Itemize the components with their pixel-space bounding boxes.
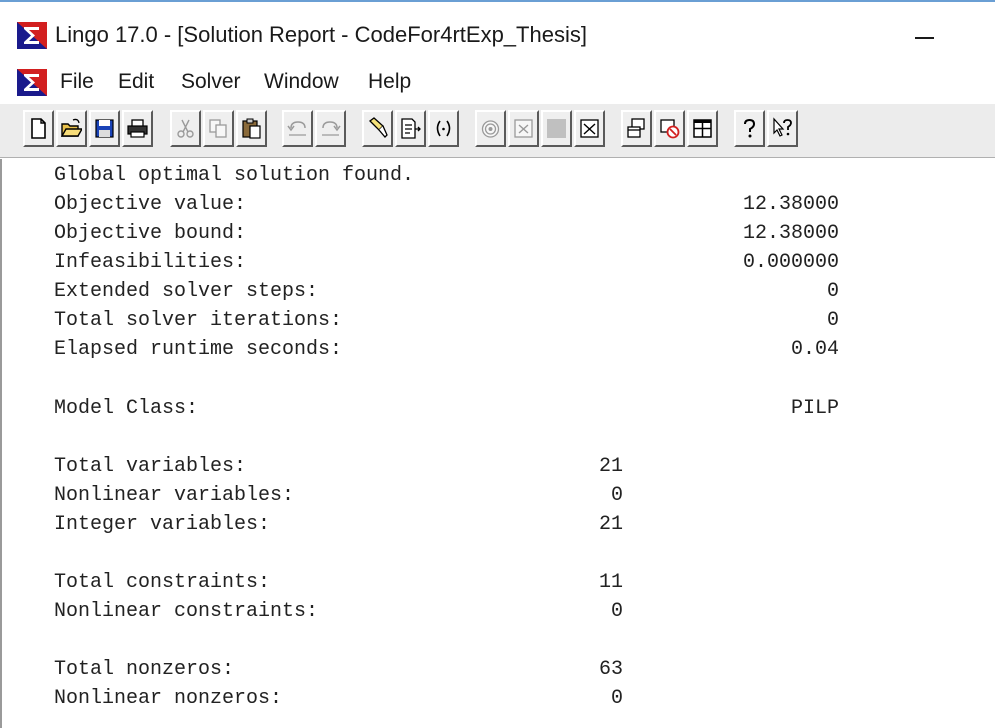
tile-windows-icon[interactable] bbox=[687, 110, 718, 147]
lingo-window: Lingo 17.0 - [Solution Report - CodeFor4… bbox=[0, 0, 995, 728]
title-bar[interactable]: Lingo 17.0 - [Solution Report - CodeFor4… bbox=[0, 2, 995, 58]
send-to-back-icon[interactable] bbox=[621, 110, 652, 147]
total-constraints: 11 bbox=[598, 571, 623, 594]
minimize-button[interactable] bbox=[900, 8, 950, 52]
redo-icon[interactable] bbox=[315, 110, 346, 147]
total-nonzeros-label: Total nonzeros: bbox=[54, 658, 235, 681]
objective-bound: 12.38000 bbox=[742, 222, 839, 245]
nonlinear-constraints-label: Nonlinear constraints: bbox=[54, 600, 319, 623]
nonlinear-variables: 0 bbox=[610, 484, 623, 507]
match-parenthesis-icon[interactable] bbox=[428, 110, 459, 147]
integer-variables-label: Integer variables: bbox=[54, 513, 271, 536]
close-window-icon[interactable] bbox=[508, 110, 539, 147]
window-title: Lingo 17.0 - [Solution Report - CodeFor4… bbox=[55, 22, 587, 47]
total-nonzeros: 63 bbox=[598, 658, 623, 681]
nonlinear-variables-label: Nonlinear variables: bbox=[54, 484, 295, 507]
cut-icon[interactable] bbox=[170, 110, 201, 147]
goto-line-icon[interactable] bbox=[395, 110, 426, 147]
solution-report[interactable]: Global optimal solution found. Objective… bbox=[0, 159, 995, 728]
elapsed-runtime-label: Elapsed runtime seconds: bbox=[54, 338, 343, 361]
nonlinear-nonzeros: 0 bbox=[610, 687, 623, 710]
menu-help[interactable]: Help bbox=[368, 70, 411, 94]
integer-variables: 21 bbox=[598, 513, 623, 536]
report-status: Global optimal solution found. bbox=[54, 164, 415, 187]
menu-bar: File Edit Solver Window Help bbox=[0, 60, 995, 104]
toolbar bbox=[0, 104, 995, 158]
total-solver-iterations-label: Total solver iterations: bbox=[54, 309, 343, 332]
menu-edit[interactable]: Edit bbox=[118, 70, 154, 94]
save-icon[interactable] bbox=[89, 110, 120, 147]
close-all-icon[interactable] bbox=[654, 110, 685, 147]
options-icon[interactable] bbox=[574, 110, 605, 147]
find-icon[interactable] bbox=[362, 110, 393, 147]
undo-icon[interactable] bbox=[282, 110, 313, 147]
lingo-app-icon bbox=[17, 22, 47, 49]
document-system-menu-icon[interactable] bbox=[17, 69, 47, 96]
menu-solver[interactable]: Solver bbox=[181, 70, 241, 94]
model-class: PILP bbox=[790, 397, 839, 420]
extended-solver-steps-label: Extended solver steps: bbox=[54, 280, 319, 303]
help-icon[interactable] bbox=[734, 110, 765, 147]
objective-value: 12.38000 bbox=[742, 193, 839, 216]
total-variables-label: Total variables: bbox=[54, 455, 247, 478]
print-icon[interactable] bbox=[122, 110, 153, 147]
objective-value-label: Objective value: bbox=[54, 193, 247, 216]
copy-icon[interactable] bbox=[203, 110, 234, 147]
model-class-label: Model Class: bbox=[54, 397, 199, 420]
new-document-icon[interactable] bbox=[23, 110, 54, 147]
solve-icon[interactable] bbox=[475, 110, 506, 147]
total-variables: 21 bbox=[598, 455, 623, 478]
open-folder-icon[interactable] bbox=[56, 110, 87, 147]
nonlinear-constraints: 0 bbox=[610, 600, 623, 623]
nonlinear-nonzeros-label: Nonlinear nonzeros: bbox=[54, 687, 283, 710]
stop-icon[interactable] bbox=[541, 110, 572, 147]
context-help-icon[interactable] bbox=[767, 110, 798, 147]
menu-window[interactable]: Window bbox=[264, 70, 339, 94]
total-solver-iterations: 0 bbox=[826, 309, 839, 332]
paste-icon[interactable] bbox=[236, 110, 267, 147]
infeasibilities-label: Infeasibilities: bbox=[54, 251, 247, 274]
extended-solver-steps: 0 bbox=[826, 280, 839, 303]
infeasibilities: 0.000000 bbox=[742, 251, 839, 274]
objective-bound-label: Objective bound: bbox=[54, 222, 247, 245]
total-constraints-label: Total constraints: bbox=[54, 571, 271, 594]
menu-file[interactable]: File bbox=[60, 70, 94, 94]
elapsed-runtime: 0.04 bbox=[790, 338, 839, 361]
